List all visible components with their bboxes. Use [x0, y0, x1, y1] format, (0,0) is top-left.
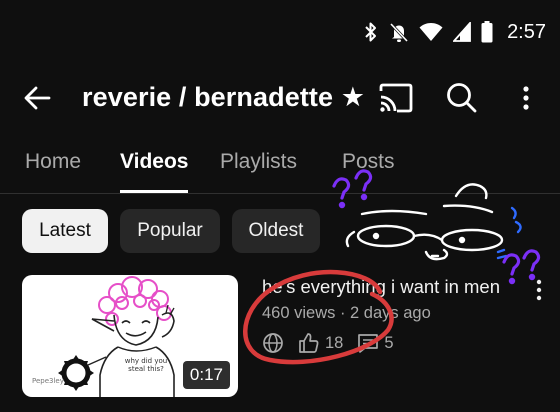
- cellular-signal-icon: [453, 22, 471, 42]
- thumbs-up-icon: [299, 333, 319, 353]
- video-thumbnail[interactable]: why did you steal this? Pepe3ley 0:17: [22, 275, 238, 397]
- app-bar: reverie / bernadette ★: [0, 70, 560, 126]
- doodle-face: [345, 183, 504, 261]
- chip-popular[interactable]: Popular: [120, 209, 220, 253]
- notifications-off-icon: [389, 22, 409, 43]
- video-title[interactable]: he's everything i want in men: [262, 276, 500, 298]
- globe-icon: [263, 333, 283, 353]
- thumbnail-signature: Pepe3ley: [32, 377, 64, 385]
- video-more-button[interactable]: [532, 278, 546, 302]
- video-meta: 460 views · 2 days ago: [262, 304, 431, 322]
- chip-oldest[interactable]: Oldest: [232, 209, 320, 253]
- comments-count: 5: [384, 333, 394, 352]
- tab-posts[interactable]: Posts: [342, 150, 395, 174]
- likes-stat: 18: [298, 332, 343, 354]
- thumbnail-caption: why did you steal this?: [124, 357, 168, 373]
- more-options-button[interactable]: [516, 82, 536, 114]
- search-icon: [447, 83, 477, 113]
- cast-button[interactable]: [378, 82, 414, 114]
- likes-count: 18: [325, 333, 344, 352]
- wifi-icon: [419, 23, 443, 41]
- comment-icon: [358, 334, 379, 353]
- channel-tabs: Home Videos Playlists Posts: [0, 134, 560, 194]
- more-vert-icon: [536, 279, 542, 301]
- search-button[interactable]: [444, 80, 480, 116]
- chip-latest[interactable]: Latest: [22, 209, 108, 253]
- comments-stat: 5: [357, 332, 394, 354]
- active-tab-indicator: [120, 190, 188, 193]
- status-icons: 2:57: [363, 18, 546, 46]
- channel-title: reverie / bernadette ★: [82, 82, 366, 112]
- status-time: 2:57: [507, 20, 546, 43]
- status-bar: 2:57: [0, 0, 560, 62]
- video-duration: 0:17: [182, 361, 230, 389]
- visibility-stat: [262, 332, 284, 354]
- sweat-marks: [496, 206, 522, 260]
- bluetooth-icon: [365, 22, 377, 42]
- tab-videos[interactable]: Videos: [120, 150, 188, 174]
- back-arrow-icon: [24, 86, 51, 110]
- video-stats: 18 5: [262, 330, 408, 356]
- cast-icon: [379, 83, 413, 113]
- tab-playlists[interactable]: Playlists: [220, 150, 297, 174]
- back-button[interactable]: [20, 80, 56, 116]
- tab-home[interactable]: Home: [25, 150, 81, 174]
- more-vert-icon: [523, 86, 529, 110]
- battery-icon: [481, 21, 493, 43]
